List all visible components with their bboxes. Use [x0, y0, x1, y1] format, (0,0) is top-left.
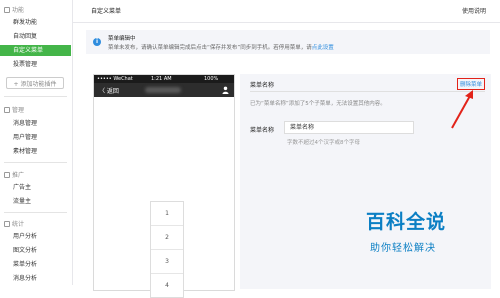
- submenu-item[interactable]: 4: [151, 274, 183, 297]
- menu-name-hint: 字数不超过4个汉字或8个字母: [287, 140, 360, 146]
- sidebar-item-message-analysis[interactable]: 消息分析: [0, 273, 71, 284]
- top-bar: 自定义菜单 使用说明: [73, 0, 500, 23]
- submenu-list: 1 2 3 4: [150, 201, 184, 298]
- sidebar-item-mass-send[interactable]: 群发功能: [0, 17, 71, 28]
- sidebar-item-auto-reply[interactable]: 自动回复: [0, 31, 71, 42]
- watermark-subtitle: 助你轻松解决: [370, 243, 436, 254]
- watermark: 百科全说 助你轻松解决: [336, 197, 484, 271]
- time-label: 1:21 AM: [151, 76, 172, 82]
- submenu-item[interactable]: 1: [151, 202, 183, 226]
- phone-nav-bar: 〈 返回: [94, 83, 234, 97]
- menu-name-input[interactable]: 菜单名称: [284, 121, 414, 134]
- sidebar-item-publisher[interactable]: 流量主: [0, 196, 71, 207]
- page-title: 自定义菜单: [91, 8, 122, 15]
- section-stats: 统计: [4, 219, 24, 228]
- submenu-item[interactable]: 2: [151, 226, 183, 250]
- battery-label: 100%: [204, 76, 219, 82]
- menu-name-label: 菜单名称: [250, 127, 275, 134]
- editing-notice: i 菜单编辑中 菜单未发布，请确认菜单编辑完成后点击“保存并发布”同步到手机。若…: [86, 30, 490, 54]
- function-section-icon: [4, 6, 10, 13]
- section-function: 功能: [4, 5, 24, 14]
- sidebar-item-menu-analysis[interactable]: 菜单分析: [0, 259, 71, 270]
- stats-section-icon: [4, 220, 10, 227]
- sidebar-item-user-analysis[interactable]: 用户分析: [0, 231, 71, 242]
- promo-section-icon: [4, 171, 10, 178]
- sidebar: 功能 群发功能 自动回复 自定义菜单 投票管理 + 添加功能插件 管理 消息管理…: [0, 0, 73, 285]
- back-button[interactable]: 〈 返回: [99, 86, 119, 95]
- sidebar-divider: [4, 162, 67, 163]
- sidebar-divider: [4, 96, 67, 97]
- submenu-item[interactable]: 3: [151, 250, 183, 274]
- sidebar-item-users[interactable]: 用户管理: [0, 132, 71, 143]
- carrier-label: ••••• WeChat: [97, 76, 133, 82]
- sidebar-item-advertiser[interactable]: 广告主: [0, 182, 71, 193]
- sidebar-item-messages[interactable]: 消息管理: [0, 118, 71, 129]
- section-promo: 推广: [4, 170, 24, 179]
- sidebar-divider: [4, 212, 67, 213]
- sidebar-item-materials[interactable]: 素材管理: [0, 146, 71, 157]
- add-plugin-button[interactable]: + 添加功能插件: [6, 77, 64, 89]
- sidebar-item-vote[interactable]: 投票管理: [0, 59, 71, 70]
- annotation-arrow-icon: [451, 90, 473, 129]
- phone-status-bar: ••••• WeChat 1:21 AM 100%: [94, 75, 234, 83]
- watermark-title: 百科全说: [366, 211, 447, 233]
- info-icon: i: [93, 38, 101, 46]
- person-icon[interactable]: [222, 86, 229, 94]
- sidebar-item-article-analysis[interactable]: 图文分析: [0, 245, 71, 256]
- manage-section-icon: [4, 106, 10, 113]
- notice-body: 菜单未发布，请确认菜单编辑完成后点击“保存并发布”同步到手机。若停用菜单，请点此…: [108, 45, 334, 51]
- section-manage: 管理: [4, 105, 24, 114]
- phone-preview: ••••• WeChat 1:21 AM 100% 〈 返回 1 2 3 4: [93, 74, 235, 298]
- help-link[interactable]: 使用说明: [462, 6, 486, 15]
- panel-note: 已为“菜单名称”添加了5个子菜单，无法设置其他内容。: [250, 101, 386, 107]
- panel-header: 菜单名称: [250, 82, 275, 89]
- notice-title: 菜单编辑中: [108, 36, 136, 42]
- notice-settings-link[interactable]: 点此设置: [312, 45, 334, 51]
- sidebar-item-custom-menu[interactable]: 自定义菜单: [0, 45, 71, 56]
- account-name-blurred: [145, 87, 181, 93]
